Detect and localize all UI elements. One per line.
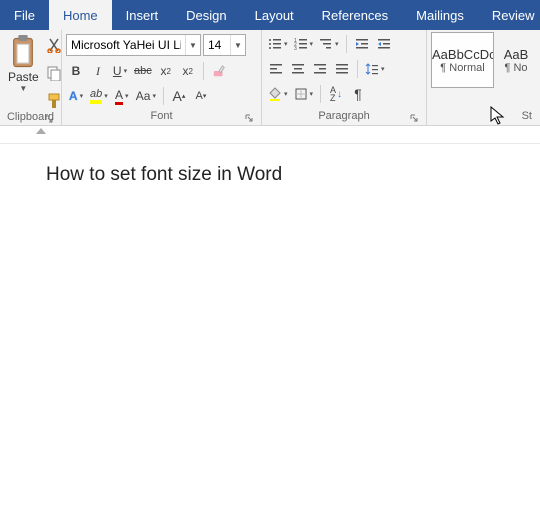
borders-button[interactable] [292,84,316,104]
cut-button[interactable] [45,36,63,54]
paste-label: Paste [8,70,39,84]
group-label-paragraph: Paragraph [318,110,369,122]
align-center-button[interactable] [288,59,308,79]
ribbon: Paste ▼ Clipboard [0,30,540,126]
group-clipboard: Paste ▼ Clipboard [0,30,62,125]
tab-insert[interactable]: Insert [112,0,173,30]
tab-design[interactable]: Design [172,0,240,30]
chevron-down-icon[interactable]: ▼ [230,35,245,55]
shading-button[interactable] [266,84,290,104]
bold-button[interactable]: B [66,61,86,81]
tab-home[interactable]: Home [49,0,112,30]
copy-button[interactable] [45,64,63,82]
font-size-combo[interactable]: ▼ [203,34,246,56]
chevron-down-icon[interactable]: ▼ [185,35,200,55]
superscript-button[interactable]: x2 [178,61,198,81]
group-label-font: Font [150,110,172,122]
style-preview: AaBbCcDc [432,47,493,62]
group-font: ▼ ▼ B I U abc x2 x2 A [62,30,262,125]
svg-text:3: 3 [294,46,297,51]
font-name-combo[interactable]: ▼ [66,34,201,56]
tab-references[interactable]: References [308,0,402,30]
font-color-button[interactable]: A [112,86,132,106]
text-effects-button[interactable]: A [66,86,86,106]
style-name: ¶ Normal [432,62,493,74]
clipboard-icon [9,34,37,70]
show-marks-button[interactable]: ¶ [348,84,368,104]
bullets-button[interactable] [266,34,290,54]
style-no-spacing[interactable]: AaB ¶ No [496,32,536,88]
group-label-styles: St [522,110,532,122]
multilevel-list-button[interactable] [317,34,341,54]
justify-button[interactable] [332,59,352,79]
format-painter-button[interactable] [45,92,63,110]
italic-button[interactable]: I [88,61,108,81]
clipboard-dialog-launcher[interactable] [43,113,55,125]
change-case-button[interactable]: Aa [134,86,158,106]
strikethrough-button[interactable]: abc [132,61,154,81]
paste-button[interactable]: Paste ▼ [4,32,43,110]
font-dialog-launcher[interactable] [243,112,255,124]
align-left-button[interactable] [266,59,286,79]
indent-marker-icon[interactable] [36,128,46,134]
style-name: ¶ No [497,62,535,74]
decrease-indent-button[interactable] [352,34,372,54]
document-text[interactable]: How to set font size in Word [46,164,540,186]
ruler[interactable] [0,126,540,144]
shrink-font-button[interactable]: A▾ [191,86,211,106]
subscript-button[interactable]: x2 [156,61,176,81]
tab-review[interactable]: Review [478,0,540,30]
chevron-down-icon[interactable]: ▼ [19,84,27,93]
clear-formatting-button[interactable] [209,61,229,81]
tab-layout[interactable]: Layout [241,0,308,30]
line-spacing-button[interactable] [363,59,387,79]
style-normal[interactable]: AaBbCcDc ¶ Normal [431,32,494,88]
tab-file[interactable]: File [0,0,49,30]
underline-button[interactable]: U [110,61,130,81]
paragraph-dialog-launcher[interactable] [408,112,420,124]
grow-font-button[interactable]: A▴ [169,86,189,106]
tab-mailings[interactable]: Mailings [402,0,478,30]
numbering-button[interactable]: 123 [292,34,316,54]
sort-button[interactable]: AZ↓ [326,84,346,104]
increase-indent-button[interactable] [374,34,394,54]
align-right-button[interactable] [310,59,330,79]
font-name-input[interactable] [67,35,185,55]
document-area[interactable]: How to set font size in Word [0,144,540,186]
group-styles: AaBbCcDc ¶ Normal AaB ¶ No St [427,30,540,125]
ribbon-tabs: File Home Insert Design Layout Reference… [0,0,540,30]
font-size-input[interactable] [204,35,230,55]
highlight-button[interactable]: ab [88,86,110,106]
group-paragraph: 123 AZ↓ ¶ Paragr [262,30,427,125]
style-preview: AaB [497,47,535,62]
